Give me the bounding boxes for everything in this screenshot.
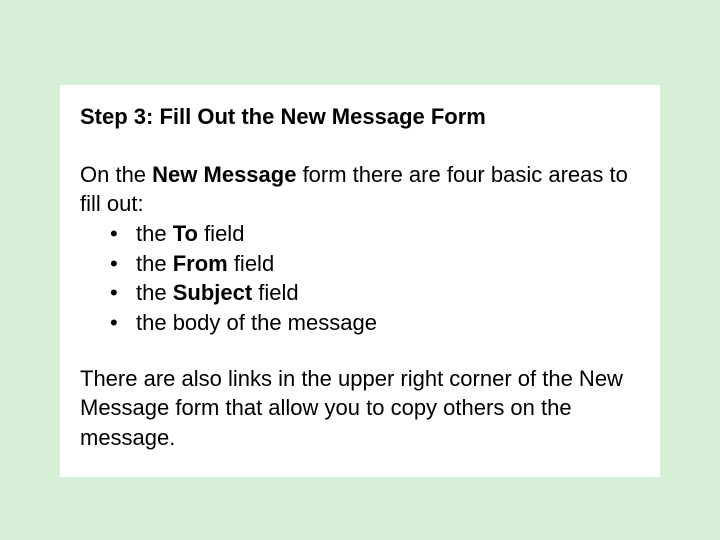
item-post: field [198, 221, 244, 246]
card-title: Step 3: Fill Out the New Message Form [80, 103, 640, 132]
item-pre: the [136, 221, 173, 246]
instruction-card: Step 3: Fill Out the New Message Form On… [60, 85, 660, 477]
intro-pre: On the [80, 162, 152, 187]
item-post: field [252, 280, 298, 305]
item-pre: the [136, 251, 173, 276]
list-item: the body of the message [110, 308, 640, 338]
outro-paragraph: There are also links in the upper right … [80, 364, 640, 453]
list-item: the From field [110, 249, 640, 279]
intro-paragraph: On the New Message form there are four b… [80, 160, 640, 219]
list-item: the To field [110, 219, 640, 249]
item-pre: the [136, 280, 173, 305]
item-bold: From [173, 251, 228, 276]
item-bold: To [173, 221, 198, 246]
bullet-list: the To field the From field the Subject … [110, 219, 640, 338]
item-bold: Subject [173, 280, 252, 305]
item-pre: the body of the message [136, 310, 377, 335]
intro-bold: New Message [152, 162, 296, 187]
item-post: field [228, 251, 274, 276]
list-item: the Subject field [110, 278, 640, 308]
